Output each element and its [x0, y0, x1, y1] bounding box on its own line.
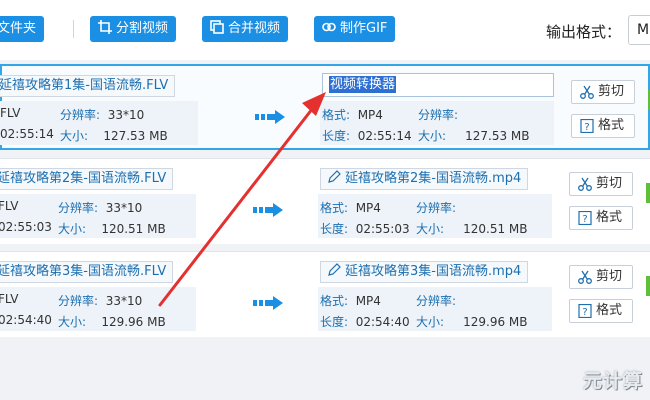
output-size: 大小: 127.53 MB — [418, 129, 530, 143]
question-doc-icon: ? — [578, 304, 592, 318]
source-resolution: 分辨率: 33*10 — [58, 201, 143, 215]
merge-video-button[interactable]: 合并视频 — [202, 16, 289, 42]
output-resolution: 分辨率: — [416, 294, 457, 308]
cut-button[interactable]: 剪切 — [571, 80, 635, 104]
scissors-icon — [580, 85, 594, 99]
format-button[interactable]: ? 格式 — [571, 114, 635, 138]
file-row[interactable]: 延禧攻略第3集-国语流畅.FLV FLV 分辨率: 33*10 02:54:40… — [0, 251, 650, 337]
source-format: FLV — [0, 106, 21, 120]
add-folder-label: 加文件夹 — [0, 21, 37, 36]
output-duration: 长度: 02:55:14 — [322, 129, 412, 143]
source-filename: 延禧攻略第1集-国语流畅.FLV — [0, 75, 176, 97]
output-duration: 长度: 02:55:03 — [320, 222, 410, 236]
convert-arrow-icon — [253, 296, 283, 310]
source-size: 大小: 120.51 MB — [58, 222, 166, 236]
cut-button[interactable]: 剪切 — [569, 172, 633, 196]
output-filename-input[interactable]: 视频转换器 — [322, 73, 554, 97]
format-label: 格式 — [596, 210, 623, 225]
svg-text:?: ? — [582, 214, 587, 225]
output-resolution: 分辨率: — [416, 201, 457, 215]
source-resolution: 分辨率: 33*10 — [58, 294, 143, 308]
convert-arrow-icon — [255, 110, 285, 124]
output-filename[interactable]: 延禧攻略第3集-国语流畅.mp4 — [320, 261, 529, 283]
cut-label: 剪切 — [596, 269, 623, 284]
convert-arrow-icon — [253, 203, 283, 217]
question-doc-icon: ? — [578, 211, 592, 225]
svg-text:?: ? — [584, 122, 589, 133]
source-format: FLV — [0, 199, 19, 213]
format-label: 格式 — [596, 303, 623, 318]
scissors-icon — [578, 177, 592, 191]
question-doc-icon: ? — [580, 119, 594, 133]
make-gif-button[interactable]: 制作GIF — [314, 16, 396, 42]
format-button[interactable]: ? 格式 — [569, 206, 633, 230]
watermark-logo: 元计算 — [583, 370, 644, 392]
add-folder-button[interactable]: 加文件夹 — [0, 16, 45, 42]
gif-icon — [322, 22, 336, 32]
cut-label: 剪切 — [598, 84, 625, 99]
source-filename: 延禧攻略第2集-国语流畅.FLV — [0, 168, 174, 190]
output-resolution: 分辨率: — [418, 108, 459, 122]
crop-icon — [98, 20, 112, 34]
source-filename: 延禧攻略第3集-国语流畅.FLV — [0, 261, 174, 283]
output-format-select[interactable]: M — [628, 15, 650, 45]
output-size: 大小: 120.51 MB — [416, 222, 528, 236]
format-button[interactable]: ? 格式 — [569, 299, 633, 323]
source-duration: 02:55:03 — [0, 220, 52, 234]
pencil-icon — [328, 263, 341, 276]
svg-text:?: ? — [582, 307, 587, 318]
output-format-label: 输出格式： — [546, 23, 622, 41]
file-row[interactable]: 延禧攻略第2集-国语流畅.FLV FLV 分辨率: 33*10 02:55:03… — [0, 158, 650, 244]
source-duration: 02:54:40 — [0, 313, 52, 327]
split-video-button[interactable]: 分割视频 — [90, 16, 177, 42]
split-video-label: 分割视频 — [116, 21, 169, 36]
format-label: 格式 — [598, 118, 625, 133]
source-resolution: 分辨率: 33*10 — [60, 108, 145, 122]
scissors-icon — [578, 270, 592, 284]
source-duration: 02:55:14 — [0, 127, 54, 141]
cut-button[interactable]: 剪切 — [569, 265, 633, 289]
output-format: 格式: MP4 — [320, 294, 381, 308]
output-duration: 长度: 02:54:40 — [320, 315, 410, 329]
cut-label: 剪切 — [596, 176, 623, 191]
status-indicator — [646, 276, 650, 296]
make-gif-label: 制作GIF — [340, 21, 388, 36]
toolbar: 加文件夹 分割视频 合并视频 制作GIF 输出格式： M — [0, 0, 650, 60]
source-size: 大小: 129.96 MB — [58, 315, 166, 329]
output-filename[interactable]: 延禧攻略第2集-国语流畅.mp4 — [320, 168, 529, 190]
merge-icon — [210, 20, 224, 34]
source-size: 大小: 127.53 MB — [60, 129, 168, 143]
output-format: 格式: MP4 — [320, 201, 381, 215]
merge-video-label: 合并视频 — [228, 21, 281, 36]
output-format: 格式: MP4 — [322, 108, 383, 122]
toolbar-divider — [73, 20, 74, 38]
file-row[interactable]: 延禧攻略第1集-国语流畅.FLV FLV 分辨率: 33*10 02:55:14… — [0, 64, 650, 150]
source-format: FLV — [0, 292, 19, 306]
output-size: 大小: 129.96 MB — [416, 315, 528, 329]
status-indicator — [646, 183, 650, 203]
pencil-icon — [328, 170, 341, 183]
